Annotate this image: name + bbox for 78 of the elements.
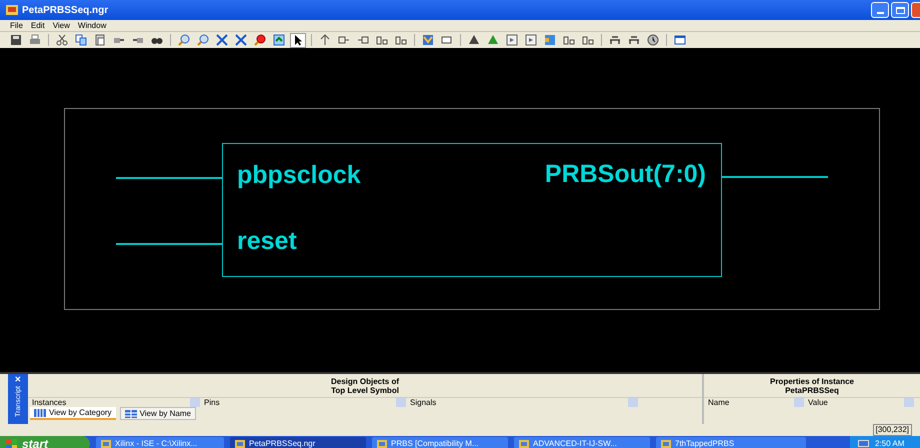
pins-icon <box>582 34 594 46</box>
fit-tool-button[interactable] <box>214 32 230 48</box>
app-icon <box>377 440 387 448</box>
pin-label: reset <box>237 229 297 254</box>
app-icon <box>661 440 671 448</box>
copy-icon <box>75 34 87 46</box>
window-tool-button[interactable] <box>672 32 688 48</box>
pins-icon <box>395 34 407 46</box>
zoom-box-icon <box>254 34 266 46</box>
bench-icon <box>628 34 640 46</box>
section-heading: Properties of Instance <box>770 376 854 386</box>
pin-label: PRBSout(7:0) <box>544 162 706 187</box>
section-heading: Design Objects of <box>330 376 399 386</box>
taskbar-button[interactable]: PRBS [Compatibility M... <box>372 437 508 448</box>
fit-icon <box>235 34 247 46</box>
start-button[interactable]: start <box>0 436 90 448</box>
refresh-tool-button[interactable] <box>271 32 287 48</box>
coordinates-readout: [300,232] <box>872 424 912 436</box>
app-icon <box>101 440 111 448</box>
section-heading: Top Level Symbol <box>331 386 399 394</box>
zoom-box-tool-button[interactable] <box>252 32 268 48</box>
taskbar-button[interactable]: 7thTappedPRBS <box>656 437 806 448</box>
app-icon <box>235 440 245 448</box>
box-tool-button[interactable] <box>523 32 539 48</box>
printer-icon <box>29 34 41 46</box>
menu-item[interactable]: Window <box>78 22 106 30</box>
clipboard-icon <box>94 34 106 46</box>
clock-tool-button[interactable] <box>645 32 661 48</box>
box-icon <box>525 34 537 46</box>
taskbar-button[interactable]: PetaPRBSSeq.ngr <box>230 437 366 448</box>
zoom-out-icon <box>197 34 209 46</box>
schematic-file-icon <box>6 4 18 16</box>
bench-icon <box>609 34 621 46</box>
fit-icon <box>216 34 228 46</box>
pins-icon <box>376 34 388 46</box>
box-icon <box>544 34 556 46</box>
push-right-icon <box>338 34 350 46</box>
minimize-button[interactable] <box>871 2 889 18</box>
save-tool-button[interactable] <box>8 32 24 48</box>
taskbar-button[interactable]: Xilinx - ISE - C:\Xilinx... <box>96 437 224 448</box>
window-title: PetaPRBSSeq.ngr <box>22 4 108 18</box>
window-icon <box>674 34 686 46</box>
menu-item[interactable]: Edit <box>30 22 45 30</box>
close-button[interactable] <box>911 2 920 18</box>
section-heading: PetaPRBSSeq <box>785 386 839 394</box>
zoom-out-tool-button[interactable] <box>195 32 211 48</box>
push-left-icon <box>357 34 369 46</box>
zoom-in-icon <box>178 34 190 46</box>
view-tab[interactable]: View by Name <box>120 407 196 420</box>
pins-icon <box>563 34 575 46</box>
push-up-icon <box>319 34 331 46</box>
pin-label: pbpsclock <box>237 163 361 188</box>
pointer-icon <box>292 34 304 46</box>
box-tool-button[interactable] <box>504 32 520 48</box>
save-icon <box>10 34 22 46</box>
copy-tool-button[interactable] <box>73 32 89 48</box>
monitor-icon[interactable] <box>858 440 869 448</box>
maximize-button[interactable] <box>891 2 909 18</box>
table-icon <box>124 410 137 418</box>
taskbar-button[interactable]: ADVANCED-IT-IJ-SW... <box>514 437 650 448</box>
box-tool-button[interactable] <box>542 32 558 48</box>
close-icon[interactable]: ✕ <box>14 376 22 384</box>
chart-tool-button[interactable] <box>420 32 436 48</box>
app-icon <box>519 440 529 448</box>
box-icon <box>506 34 518 46</box>
scissors-tool-button[interactable] <box>54 32 70 48</box>
fit-tool-button[interactable] <box>233 32 249 48</box>
columns-icon <box>34 408 46 416</box>
clock-icon <box>647 34 659 46</box>
menu-item[interactable]: File <box>10 22 23 30</box>
menu-item[interactable]: View <box>52 22 70 30</box>
view-tab[interactable]: View by Category <box>30 407 116 420</box>
windows-flag-icon <box>6 438 18 448</box>
refresh-icon <box>273 34 285 46</box>
scissors-icon <box>56 34 68 46</box>
zoom-in-tool-button[interactable] <box>176 32 192 48</box>
pointer-tool-button[interactable] <box>290 32 306 48</box>
clock-time: 2:50 AM <box>875 438 904 448</box>
